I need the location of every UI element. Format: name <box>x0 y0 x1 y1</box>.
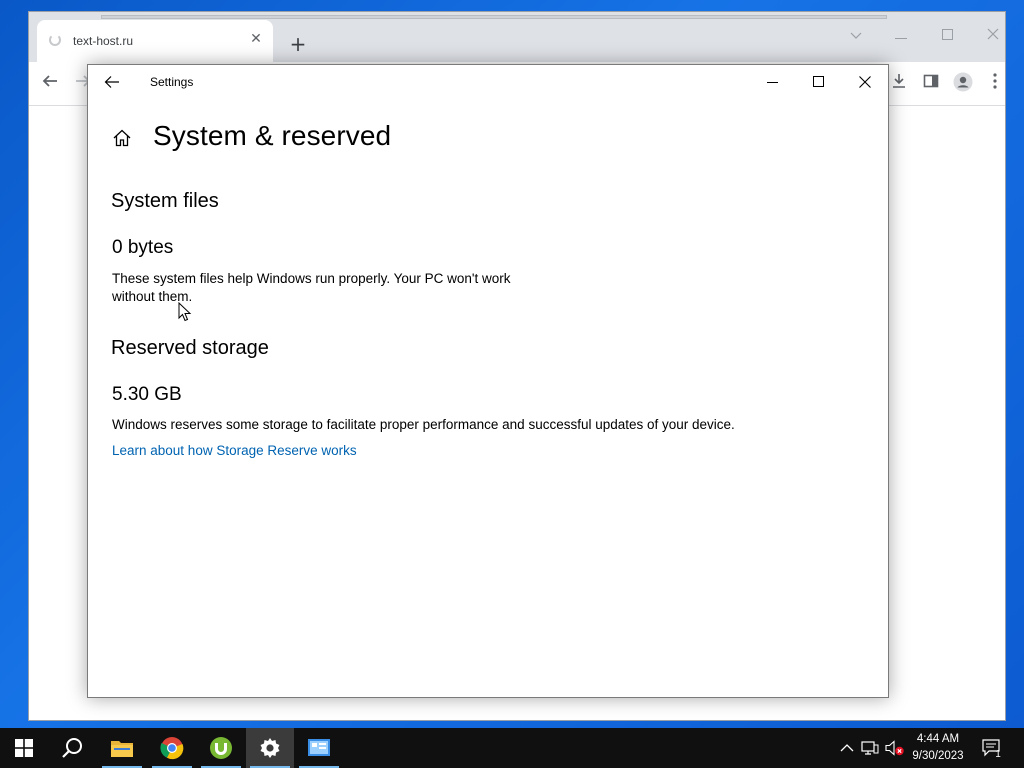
reserved-storage-description: Windows reserves some storage to facilit… <box>112 417 735 432</box>
settings-maximize-icon[interactable] <box>796 65 842 99</box>
settings-app-title: Settings <box>150 75 194 89</box>
system-files-description-line1: These system files help Windows run prop… <box>112 271 511 286</box>
settings-back-icon[interactable] <box>100 71 124 93</box>
notification-count-badge: 1 <box>995 749 1001 760</box>
loading-spinner-icon <box>49 34 61 46</box>
settings-icon[interactable] <box>246 728 294 768</box>
settings-minimize-icon[interactable] <box>750 65 796 99</box>
download-icon[interactable] <box>887 72 911 96</box>
profile-avatar-icon[interactable] <box>951 72 975 96</box>
browser-tab[interactable]: text-host.ru ✕ <box>37 20 273 62</box>
start-button[interactable] <box>0 728 48 768</box>
browser-minimize-icon[interactable] <box>887 26 915 46</box>
system-files-size: 0 bytes <box>112 237 174 258</box>
file-explorer-icon[interactable] <box>98 728 146 768</box>
browser-ghost-bar <box>101 15 887 19</box>
tab-search-chevron-icon[interactable] <box>842 26 870 46</box>
system-files-heading: System files <box>111 190 219 212</box>
system-files-description: These system files help Windows run prop… <box>112 270 511 306</box>
browser-maximize-icon[interactable] <box>933 26 961 46</box>
browser-back-icon[interactable] <box>38 72 62 96</box>
mouse-cursor-icon <box>178 301 192 322</box>
taskbar: 4:44 AM 9/30/2023 <box>0 728 1024 768</box>
side-panel-icon[interactable] <box>919 72 943 96</box>
system-clock[interactable]: 4:44 AM 9/30/2023 <box>906 731 970 765</box>
taskbar-search-icon[interactable] <box>48 728 96 768</box>
chrome-icon[interactable] <box>148 728 196 768</box>
settings-close-icon[interactable] <box>842 65 888 99</box>
network-icon[interactable] <box>861 740 879 756</box>
clock-time: 4:44 AM <box>916 733 960 745</box>
storage-reserve-learn-more-link[interactable]: Learn about how Storage Reserve works <box>112 443 357 458</box>
volume-muted-icon[interactable] <box>885 740 904 756</box>
page-title: System & reserved <box>153 120 392 151</box>
show-hidden-icons-chevron-icon[interactable] <box>838 740 856 756</box>
browser-menu-icon[interactable] <box>983 72 1007 96</box>
browser-tabstrip: text-host.ru ✕ + <box>29 12 1005 62</box>
browser-close-icon[interactable] <box>979 26 1007 46</box>
new-tab-icon[interactable]: + <box>287 34 309 56</box>
home-icon[interactable] <box>112 128 132 148</box>
utorrent-icon[interactable] <box>197 728 245 768</box>
settings-window: Settings System & reserved System files … <box>87 64 889 698</box>
reserved-storage-heading: Reserved storage <box>111 337 269 359</box>
clock-date: 9/30/2023 <box>912 750 964 762</box>
settings-titlebar: Settings <box>88 65 888 99</box>
system-files-description-line2: without them. <box>112 289 193 304</box>
control-panel-icon[interactable] <box>295 728 343 768</box>
tab-close-icon[interactable]: ✕ <box>247 30 265 48</box>
browser-tab-title: text-host.ru <box>73 34 134 48</box>
reserved-storage-size: 5.30 GB <box>112 384 182 405</box>
